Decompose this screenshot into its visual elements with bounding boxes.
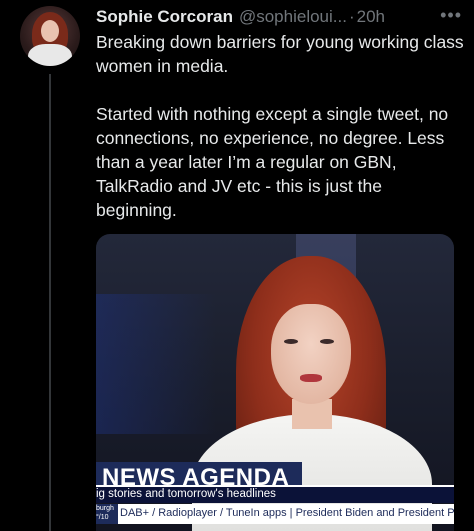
display-name[interactable]: Sophie Corcoran	[96, 7, 233, 27]
ticker-text: DAB+ / Radioplayer / TuneIn apps | Presi…	[120, 507, 454, 519]
chyron-subtitle: ig stories and tomorrow's headlines	[96, 488, 276, 500]
tweet-paragraph-2: Started with nothing except a single twe…	[96, 104, 449, 220]
person-mouth	[300, 374, 322, 382]
timestamp[interactable]: 20h	[357, 7, 385, 27]
more-horizontal-icon[interactable]: •••	[440, 6, 462, 24]
tweet-paragraph-1: Breaking down barriers for young working…	[96, 32, 464, 76]
person-eye-left	[284, 339, 298, 344]
studio-background	[96, 294, 216, 434]
person-face	[271, 304, 351, 404]
avatar-body	[28, 44, 72, 66]
handle[interactable]: @sophieloui...	[239, 7, 347, 27]
tweet-media-image[interactable]: NEWS AGENDA ig stories and tomorrow's he…	[96, 234, 454, 531]
separator: ·	[348, 7, 355, 26]
tweet-text: Breaking down barriers for young working…	[96, 30, 466, 222]
tweet-header: Sophie Corcoran @sophieloui... · 20h •••	[96, 6, 462, 28]
person-eye-right	[320, 339, 334, 344]
ticker-badge: burgh °/10	[96, 504, 118, 524]
avatar-face	[41, 20, 59, 42]
avatar[interactable]	[20, 6, 80, 66]
thread-line	[49, 74, 51, 531]
